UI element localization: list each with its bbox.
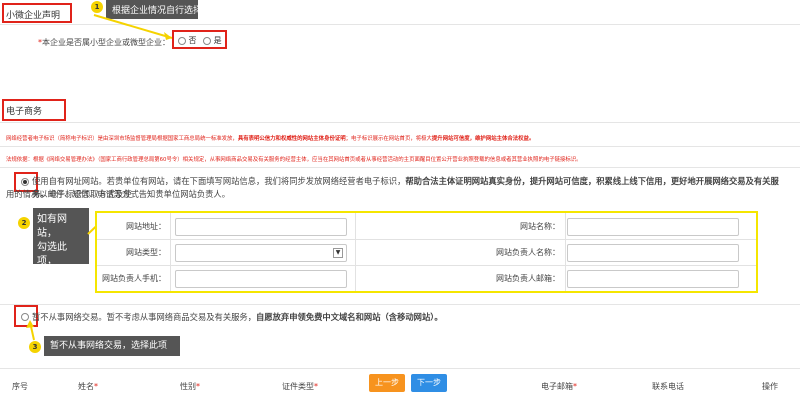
callout-2-line-2: 勾选此项， <box>37 242 67 267</box>
site-owner-label: 网站负责人名称： <box>496 248 560 257</box>
form-row-divider-2 <box>97 265 756 266</box>
notice-divider-2 <box>0 167 800 168</box>
site-type-label: 网站类型： <box>126 248 166 257</box>
col-phone-header: 联系电话 <box>652 382 684 391</box>
callout-3-badge: 3 <box>29 341 41 353</box>
col-id-type-header: 证件类型* <box>282 382 318 391</box>
prev-step-button[interactable]: 上一步 <box>369 374 405 392</box>
sme-no-radio[interactable] <box>178 36 186 45</box>
sme-question-row: *本企业是否属小型企业或微型企业： <box>38 37 170 48</box>
next-step-button[interactable]: 下一步 <box>411 374 447 392</box>
ecommerce-divider <box>0 122 800 123</box>
sme-section-title: 小微企业声明 <box>6 11 61 21</box>
has-site-description-cont: 用的情况以邮件、短信、电话等方式告知贵单位网站负责人。 <box>6 189 231 199</box>
form-col-divider-2 <box>355 213 356 291</box>
owner-email-label: 网站负责人邮箱： <box>496 274 560 283</box>
col-email-header: 电子邮箱* <box>541 382 577 391</box>
callout-3: 暂不从事网络交易，选择此项 <box>44 336 180 356</box>
callout-2: 如有网站， 勾选此项， 填写信息 <box>33 208 89 281</box>
callout-2-badge: 2 <box>18 217 30 229</box>
no-site-divider <box>0 304 800 305</box>
callout-3-text: 暂不从事网络交易，选择此项 <box>50 341 168 351</box>
site-name-input[interactable] <box>567 218 739 236</box>
form-col-divider-3 <box>565 213 566 291</box>
site-url-input[interactable] <box>175 218 347 236</box>
sme-yes-label[interactable]: 是 <box>214 36 222 45</box>
has-site-radio[interactable] <box>21 178 29 186</box>
callout-3-arrow <box>26 320 35 341</box>
col-gender-header: 性别* <box>180 382 200 391</box>
owner-phone-label: 网站负责人手机： <box>102 274 166 283</box>
owner-phone-input[interactable] <box>175 270 347 288</box>
site-name-label: 网站名称： <box>520 222 560 231</box>
sme-question-label: 本企业是否属小型企业或微型企业： <box>42 38 170 47</box>
col-name-header: 姓名* <box>78 382 98 391</box>
chevron-down-icon[interactable]: ▼ <box>333 248 343 258</box>
owner-email-input[interactable] <box>567 270 739 288</box>
site-type-select[interactable]: ▼ <box>175 244 347 262</box>
site-owner-input[interactable] <box>567 244 739 262</box>
col-action-header: 操作 <box>762 382 778 391</box>
ecommerce-section-title: 电子商务 <box>6 107 43 117</box>
no-site-description: 暂不从事网络交易。暂不考虑从事网络商品交易及有关服务，自愿放弃申领免费中文域名和… <box>32 312 443 322</box>
sme-no-label[interactable]: 否 <box>189 36 197 45</box>
sme-yes-radio[interactable] <box>203 36 212 45</box>
callout-2-line-3: 填写信息 <box>37 270 77 281</box>
form-row-divider-1 <box>97 239 756 240</box>
col-no-header: 序号 <box>12 382 28 391</box>
callout-2-line-1: 如有网站， <box>37 214 67 239</box>
site-url-label: 网站地址： <box>126 222 166 231</box>
form-col-divider-1 <box>170 213 171 291</box>
notice-divider-1 <box>0 146 800 147</box>
ecommerce-notice-1: 网络经营者电子标识（简称电子标识）是由深圳市场监督管理局根据国家工商总局统一标准… <box>6 136 535 142</box>
sme-options: 否 是 <box>178 35 222 46</box>
ecommerce-notice-2: 法规依据：根据《网络交易管理办法》（国家工商行政管理总局第60号令）相关规定，从… <box>6 157 582 163</box>
